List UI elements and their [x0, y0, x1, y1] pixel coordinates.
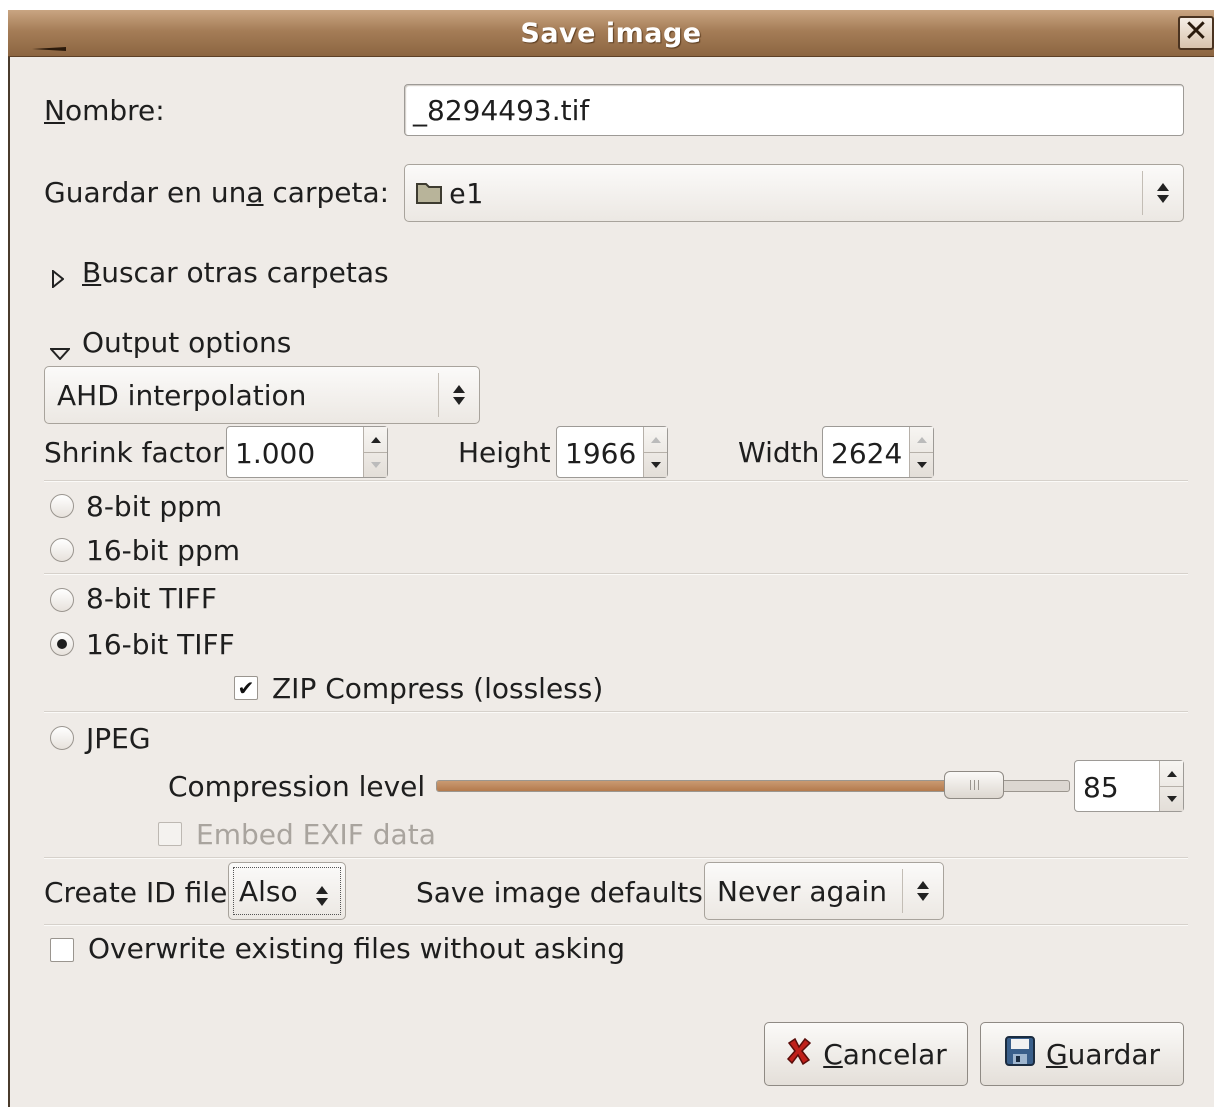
- compression-spinner[interactable]: 85: [1074, 760, 1184, 812]
- label-8bit-tiff: 8-bit TIFF: [86, 582, 217, 615]
- spin-down-icon[interactable]: [1160, 786, 1183, 811]
- width-value: 2624: [831, 437, 903, 470]
- expander-collapsed-icon[interactable]: [52, 262, 65, 295]
- folder-combo[interactable]: e1: [404, 164, 1184, 222]
- folder-value: e1: [449, 177, 483, 210]
- output-options-expander[interactable]: Output options: [82, 326, 291, 359]
- chevron-updown-icon: [438, 373, 479, 417]
- name-label: Nombre:: [44, 94, 165, 127]
- expander-expanded-icon[interactable]: [48, 334, 72, 367]
- cancel-label: Cancelar: [823, 1037, 947, 1071]
- shrink-factor-value: 1.000: [235, 437, 316, 470]
- shrink-spin-buttons[interactable]: [363, 427, 387, 477]
- width-spinner[interactable]: 2624: [822, 426, 934, 478]
- slider-thumb[interactable]: [944, 771, 1005, 799]
- width-label: Width: [738, 436, 820, 469]
- folder-label: Guardar en una carpeta:: [44, 176, 390, 209]
- slider-fill: [437, 781, 975, 791]
- radio-16bit-ppm[interactable]: [50, 538, 74, 562]
- chevron-updown-icon: [315, 881, 329, 914]
- embed-exif-checkbox[interactable]: [158, 822, 182, 846]
- save-label: Guardar: [1045, 1037, 1161, 1071]
- spin-up-icon[interactable]: [910, 427, 933, 452]
- compression-slider[interactable]: [436, 771, 1070, 799]
- overwrite-checkbox[interactable]: [50, 938, 74, 962]
- save-defaults-label: Save image defaults: [416, 876, 703, 909]
- floppy-disk-icon: [1004, 1035, 1036, 1074]
- separator: [44, 924, 1188, 926]
- embed-exif-label: Embed EXIF data: [196, 818, 436, 851]
- create-id-value: Also: [239, 875, 298, 908]
- radio-16bit-tiff[interactable]: [50, 632, 74, 656]
- compression-level-label: Compression level: [168, 770, 426, 803]
- radio-8bit-ppm[interactable]: [50, 494, 74, 518]
- interpolation-value: AHD interpolation: [57, 379, 307, 412]
- filename-value: _8294493.tif: [413, 94, 590, 127]
- height-label: Height: [458, 436, 551, 469]
- spin-up-icon[interactable]: [1160, 761, 1183, 786]
- radio-8bit-tiff[interactable]: [50, 588, 74, 612]
- window-title: Save image: [520, 18, 702, 49]
- spin-down-icon[interactable]: [364, 452, 387, 477]
- filename-input[interactable]: _8294493.tif: [404, 84, 1184, 136]
- zip-compress-checkbox[interactable]: ✔: [234, 676, 258, 700]
- browse-folders-expander[interactable]: Buscar otras carpetas: [82, 256, 389, 289]
- radio-jpeg[interactable]: [50, 726, 74, 750]
- chevron-updown-icon: [902, 869, 943, 913]
- shrink-factor-spinner[interactable]: 1.000: [226, 426, 388, 478]
- spin-down-icon[interactable]: [644, 452, 667, 477]
- compression-spin-buttons[interactable]: [1159, 761, 1183, 811]
- spin-up-icon[interactable]: [364, 427, 387, 452]
- spin-down-icon[interactable]: [910, 452, 933, 477]
- spin-up-icon[interactable]: [644, 427, 667, 452]
- save-defaults-combo[interactable]: Never again: [704, 862, 944, 920]
- cancel-button[interactable]: Cancelar: [764, 1022, 968, 1086]
- name-label-text: Nombre:: [44, 94, 165, 127]
- save-button[interactable]: Guardar: [980, 1022, 1184, 1086]
- cancel-icon: [785, 1037, 813, 1072]
- height-spin-buttons[interactable]: [643, 427, 667, 477]
- save-defaults-value: Never again: [717, 875, 887, 908]
- separator: [44, 857, 1188, 859]
- width-spin-buttons[interactable]: [909, 427, 933, 477]
- chevron-updown-icon: [1142, 171, 1183, 215]
- compression-value: 85: [1083, 771, 1119, 804]
- title-bar[interactable]: Save image ✕: [8, 10, 1214, 57]
- label-16bit-tiff: 16-bit TIFF: [86, 628, 235, 661]
- create-id-combo[interactable]: Also: [228, 862, 346, 920]
- zip-compress-label: ZIP Compress (lossless): [272, 672, 604, 705]
- label-jpeg: JPEG: [86, 722, 151, 755]
- overwrite-label: Overwrite existing files without asking: [88, 932, 626, 965]
- create-id-label: Create ID file: [44, 876, 228, 909]
- separator: [44, 480, 1188, 482]
- folder-icon: [415, 179, 443, 212]
- height-spinner[interactable]: 1966: [556, 426, 668, 478]
- label-16bit-ppm: 16-bit ppm: [86, 534, 240, 567]
- separator: [44, 711, 1188, 713]
- label-8bit-ppm: 8-bit ppm: [86, 490, 223, 523]
- height-value: 1966: [565, 437, 637, 470]
- shrink-factor-label: Shrink factor: [44, 436, 224, 469]
- separator: [44, 573, 1188, 575]
- close-icon[interactable]: ✕: [1178, 16, 1214, 50]
- interpolation-combo[interactable]: AHD interpolation: [44, 366, 480, 424]
